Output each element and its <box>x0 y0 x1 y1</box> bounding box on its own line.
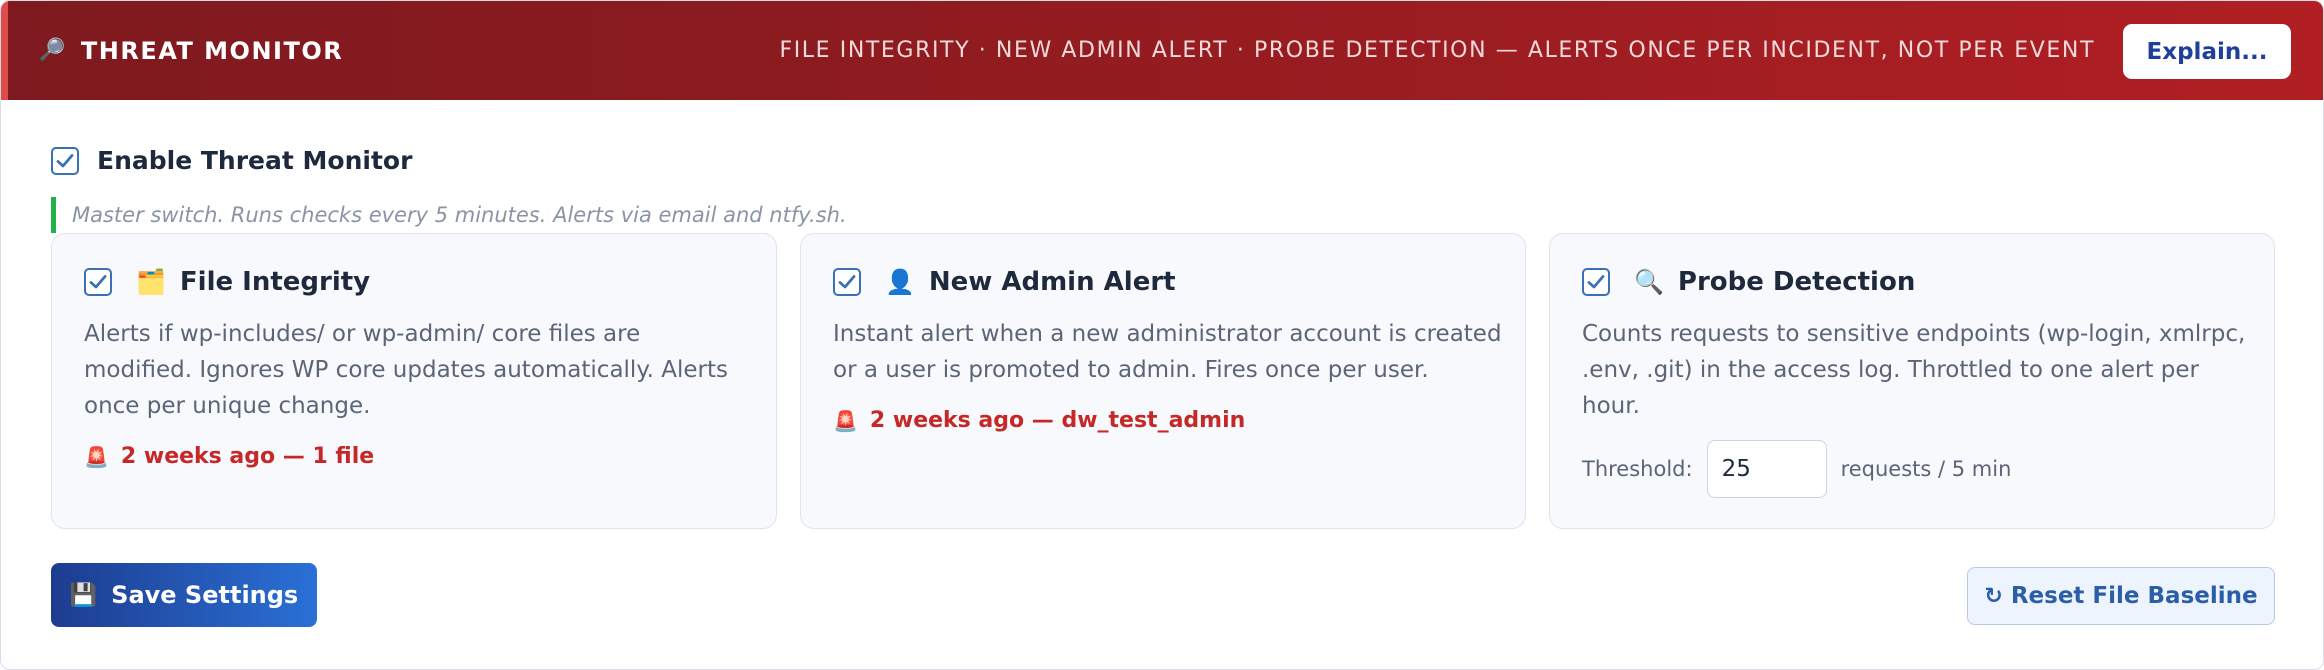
card-description: Instant alert when a new administrator a… <box>833 321 1502 383</box>
threshold-label: Threshold: <box>1582 457 1693 481</box>
search-icon: 🔍 <box>1634 268 1664 296</box>
checkmark-icon <box>89 275 107 289</box>
panel-title: 🔎 THREAT MONITOR <box>38 1 343 100</box>
folder-icon: 🗂️ <box>136 268 166 296</box>
master-toggle-row[interactable]: Enable Threat Monitor <box>51 146 412 175</box>
card-header: 🔍 Probe Detection <box>1582 267 1915 297</box>
panel-title-text: THREAT MONITOR <box>80 36 344 65</box>
siren-icon: 🚨 <box>833 408 858 433</box>
file-integrity-checkbox[interactable] <box>84 268 112 296</box>
threat-monitor-panel: 🔎 THREAT MONITOR FILE INTEGRITY · NEW AD… <box>0 0 2324 670</box>
save-settings-label: Save Settings <box>111 581 299 609</box>
status-text: 2 weeks ago — 1 file <box>120 444 375 469</box>
card-description: Counts requests to sensitive endpoints (… <box>1582 321 2246 419</box>
last-alert-status: 🚨 2 weeks ago — 1 file <box>84 444 374 469</box>
siren-icon: 🚨 <box>84 444 109 469</box>
new-admin-alert-card: 👤 New Admin Alert Instant alert when a n… <box>800 233 1526 529</box>
status-text: 2 weeks ago — dw_test_admin <box>869 408 1246 433</box>
card-title: File Integrity <box>179 267 371 297</box>
card-header: 👤 New Admin Alert <box>833 267 1176 297</box>
reset-icon: ↻ <box>1984 583 2003 609</box>
reset-file-baseline-label: Reset File Baseline <box>2010 583 2258 609</box>
magnifier-icon: 🔎 <box>38 38 67 63</box>
user-icon: 👤 <box>885 268 915 296</box>
explain-button[interactable]: Explain... <box>2123 24 2291 79</box>
threshold-input[interactable] <box>1706 440 1827 498</box>
card-title: Probe Detection <box>1677 267 1916 297</box>
enable-threat-monitor-checkbox[interactable] <box>51 146 79 175</box>
new-admin-alert-checkbox[interactable] <box>833 268 861 296</box>
header-tagline: FILE INTEGRITY · NEW ADMIN ALERT · PROBE… <box>779 38 2095 63</box>
master-description: Master switch. Runs checks every 5 minut… <box>51 197 847 233</box>
probe-detection-card: 🔍 Probe Detection Counts requests to sen… <box>1549 233 2275 529</box>
last-alert-status: 🚨 2 weeks ago — dw_test_admin <box>833 408 1245 433</box>
threshold-row: Threshold: requests / 5 min <box>1582 440 2011 498</box>
checkmark-icon <box>56 153 74 167</box>
floppy-disk-icon: 💾 <box>69 582 98 608</box>
enable-threat-monitor-label: Enable Threat Monitor <box>97 146 413 175</box>
checkmark-icon <box>838 275 856 289</box>
checkmark-icon <box>1587 275 1605 289</box>
probe-detection-checkbox[interactable] <box>1582 268 1610 296</box>
card-description: Alerts if wp-includes/ or wp-admin/ core… <box>84 321 729 419</box>
threshold-unit: requests / 5 min <box>1840 457 2012 481</box>
card-title: New Admin Alert <box>928 267 1176 297</box>
save-settings-button[interactable]: 💾 Save Settings <box>51 563 317 627</box>
card-header: 🗂️ File Integrity <box>84 267 370 297</box>
reset-file-baseline-button[interactable]: ↻ Reset File Baseline <box>1967 567 2275 625</box>
panel-header: 🔎 THREAT MONITOR FILE INTEGRITY · NEW AD… <box>1 1 2323 100</box>
file-integrity-card: 🗂️ File Integrity Alerts if wp-includes/… <box>51 233 777 529</box>
